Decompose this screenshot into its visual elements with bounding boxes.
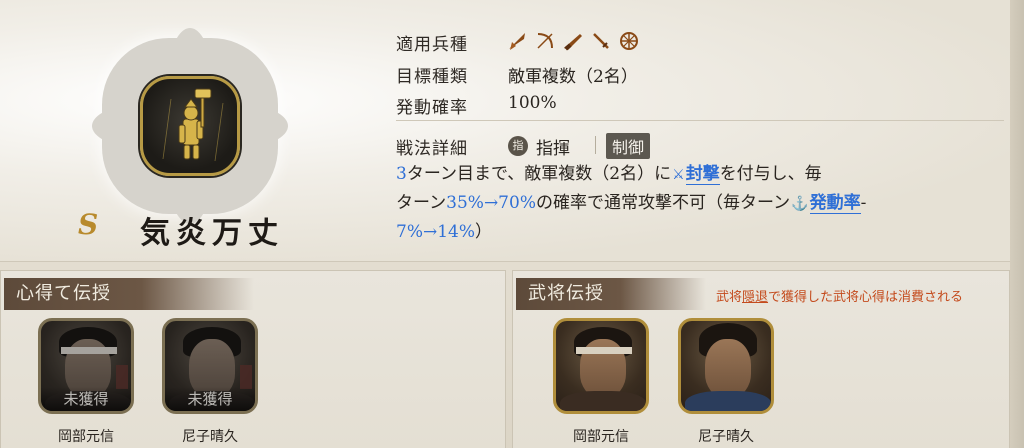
acquire-status: 未獲得: [41, 387, 131, 411]
desc-dash: -: [860, 193, 867, 213]
desc-text-4: の確率で通常攻撃不可（毎ターン: [535, 193, 791, 213]
activation-rate-link[interactable]: 発動率: [809, 193, 861, 214]
commander-name: 尼子晴久: [698, 429, 754, 445]
target-type-value: 敵軍複数（2名）: [508, 67, 638, 87]
seal-strike-link[interactable]: 封撃: [685, 164, 720, 185]
commander-portrait-okabe[interactable]: 未獲得: [38, 318, 134, 414]
section-divider: [396, 120, 1004, 121]
transfer-note: 武将隠退で獲得した武将心得は消費される: [716, 286, 963, 305]
skill-grade: S: [78, 208, 99, 241]
note-text-1: 武将: [716, 290, 743, 305]
skill-category-tag: 制御: [606, 133, 651, 159]
commander-name: 岡部元信: [58, 429, 114, 445]
commander-transfer-header: 武将伝授: [516, 278, 706, 310]
target-type-label: 目標種類: [396, 67, 468, 87]
learn-by-insight-header: 心得て伝授: [4, 278, 254, 310]
skill-emblem: [92, 28, 288, 224]
scroll-edge: [1010, 0, 1024, 448]
tag-separator: [595, 136, 596, 154]
troop-type-label: 適用兵種: [396, 35, 468, 55]
commander-name: 岡部元信: [573, 429, 629, 445]
desc-text-2: を付与し、毎: [719, 164, 822, 184]
gun-icon: [562, 30, 584, 52]
bow-icon: [534, 30, 556, 52]
skill-detail-label: 戦法詳細: [396, 139, 468, 159]
warrior-figure-icon: [162, 88, 224, 162]
desc-rate-decrease: 7%→14%: [396, 222, 475, 242]
desc-text-1: ターン目まで、敵軍複数（2名）に: [406, 164, 672, 184]
desc-rate: 35%→70%: [446, 193, 536, 213]
seal-stamp-icon: [240, 365, 252, 389]
troop-type-icons: [506, 30, 640, 52]
retire-link[interactable]: 隠退: [742, 290, 768, 305]
note-text-2: で獲得した武将心得は消費される: [768, 290, 964, 305]
activation-rate-label: 発動確率: [396, 98, 468, 118]
activation-rate-icon: ⚓: [791, 196, 809, 212]
desc-close: ）: [475, 222, 492, 242]
desc-text-3: ターン: [396, 193, 447, 213]
sword-icon: [590, 30, 612, 52]
siege-wheel-icon: [618, 30, 640, 52]
commander-portrait-amago[interactable]: 未獲得: [162, 318, 258, 414]
commander-portrait-amago-owned[interactable]: [678, 318, 774, 414]
skill-type-tag: 指揮: [536, 139, 570, 159]
seal-stamp-icon: [116, 365, 128, 389]
skill-description: 3ターン目まで、敵軍複数（2名）に⚔封撃を付与し、毎 ターン35%→70%の確率…: [396, 160, 1006, 246]
acquire-status: 未獲得: [165, 387, 255, 411]
commander-name: 尼子晴久: [182, 429, 238, 445]
spear-icon: [506, 30, 528, 52]
skill-name: 気炎万丈: [140, 216, 284, 251]
golden-warrior-icon: [140, 76, 240, 176]
commander-portrait-okabe-owned[interactable]: [553, 318, 649, 414]
seal-strike-icon: ⚔: [672, 167, 685, 183]
command-badge-icon: 指: [508, 136, 528, 156]
activation-rate-value: 100%: [508, 93, 557, 113]
desc-turns: 3: [396, 164, 407, 184]
